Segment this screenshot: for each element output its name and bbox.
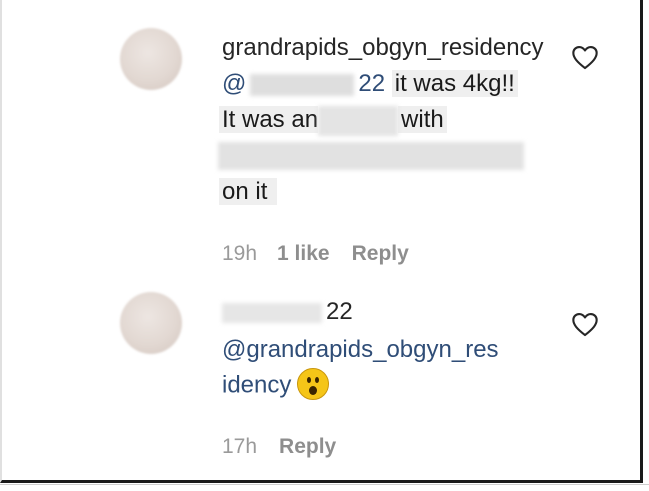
comment-text-line: It was an with (219, 106, 447, 136)
commenter-avatar[interactable] (120, 292, 182, 354)
comment-meta: 17h Reply (222, 435, 336, 459)
comment-text-line: @22 it was 4kg!! (222, 70, 518, 98)
redacted-text (318, 106, 399, 136)
reply-button[interactable]: Reply (279, 435, 336, 459)
comment-text-line: idency (222, 368, 330, 402)
comment-timestamp: 17h (222, 435, 258, 458)
mention-link[interactable]: @22 (222, 70, 385, 97)
comment-text: on it (219, 178, 278, 205)
redacted-name (222, 302, 322, 323)
reply-button[interactable]: Reply (352, 242, 409, 266)
redacted-name (250, 73, 355, 96)
comment-timestamp: 19h (222, 242, 258, 265)
comment-meta: 19h 1 like Reply (222, 242, 409, 266)
commenter-avatar[interactable] (120, 28, 182, 90)
divider (0, 484, 649, 485)
redacted-text (218, 142, 524, 170)
comment-text: It was an (219, 106, 319, 134)
astonished-face-emoji (297, 368, 330, 400)
comment-text: with (398, 106, 447, 134)
like-heart-icon[interactable] (571, 44, 599, 70)
comment-text-line: on it (219, 178, 278, 206)
mention-link[interactable]: idency (222, 371, 291, 398)
comment-username[interactable]: grandrapids_obgyn_residency (222, 34, 544, 62)
comment-text: it was 4kg!! (391, 70, 518, 97)
mention-link[interactable]: @grandrapids_obgyn_res (222, 336, 499, 364)
like-heart-icon[interactable] (571, 311, 599, 337)
comment-username[interactable]: 22 (222, 298, 353, 326)
like-count[interactable]: 1 like (277, 242, 330, 266)
